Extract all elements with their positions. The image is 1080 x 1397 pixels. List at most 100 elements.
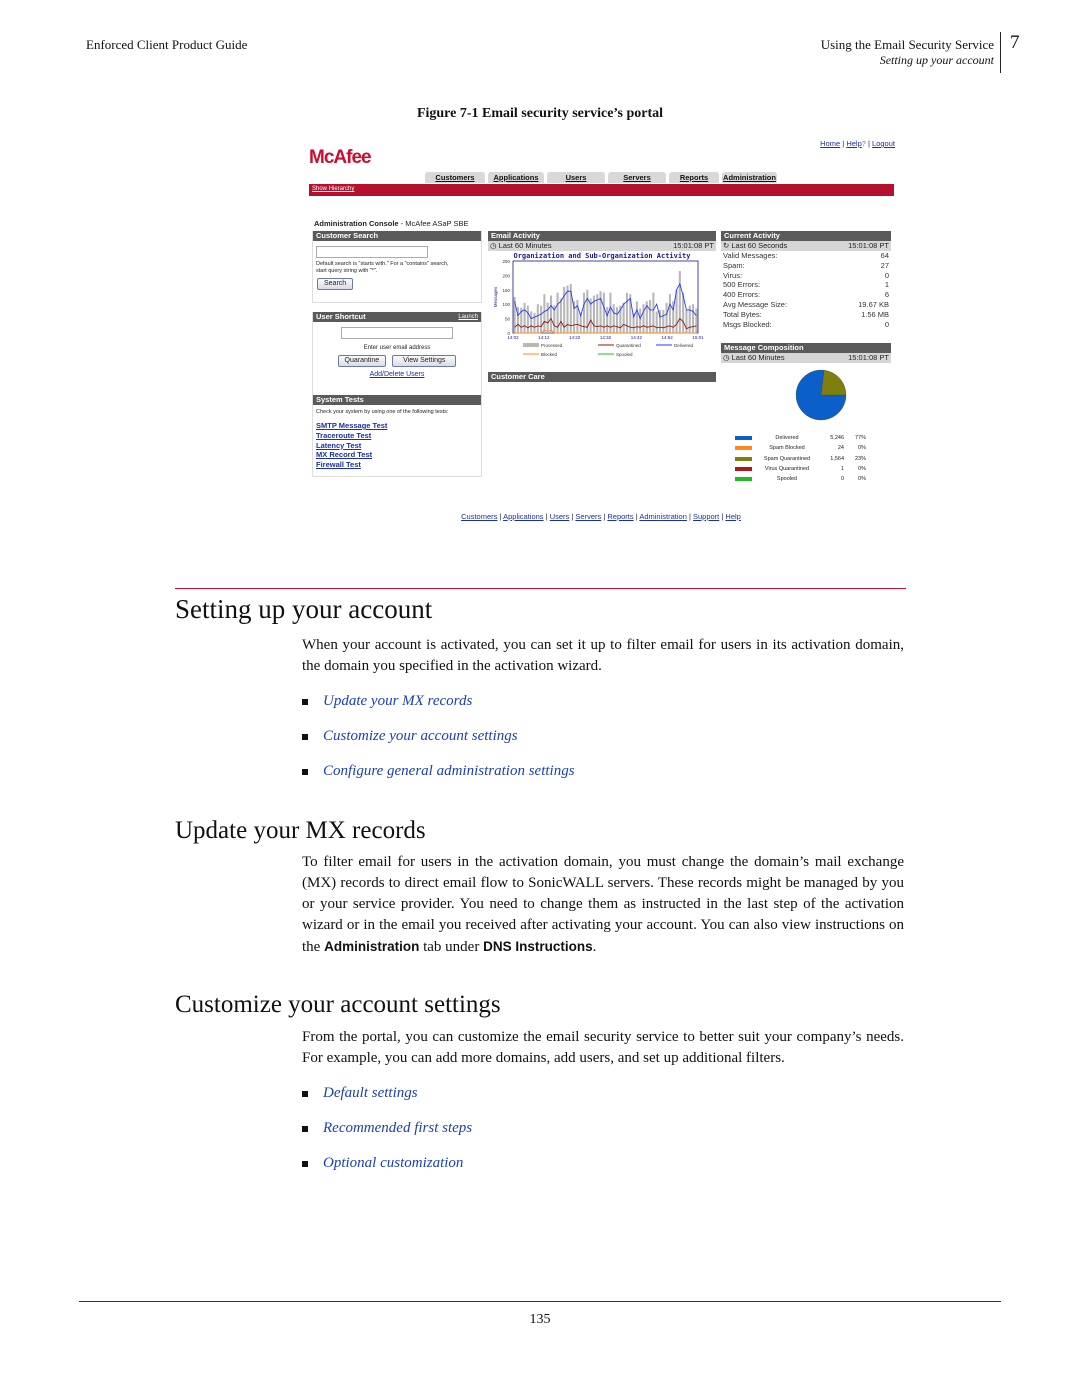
list-item: Optional customization [302, 1155, 463, 1172]
system-test-link[interactable]: SMTP Message Test [316, 421, 481, 431]
footer-link[interactable]: Applications [503, 512, 543, 521]
legend-label: Delivered [674, 343, 694, 348]
row-value: 19.67 KB [858, 299, 889, 309]
footer-link[interactable]: Reports [607, 512, 633, 521]
bar-processed [691, 304, 695, 333]
x-tick-label: 14:52 [662, 335, 674, 340]
tab-customers[interactable]: Customers [425, 172, 485, 183]
configure-admin-link[interactable]: Configure general administration setting… [323, 763, 575, 780]
row-label: 400 Errors: [723, 290, 761, 300]
footer-link[interactable]: Servers [575, 512, 601, 521]
tab-servers[interactable]: Servers [608, 172, 666, 183]
legend-label: Virus Quarantined [764, 465, 810, 472]
optional-customization-link[interactable]: Optional customization [323, 1155, 463, 1172]
composition-pie [795, 369, 847, 421]
row-label: 500 Errors: [723, 280, 761, 290]
bar-processed [625, 292, 629, 333]
system-test-link[interactable]: MX Record Test [316, 450, 481, 460]
section-body: When your account is activated, you can … [302, 637, 904, 674]
update-mx-link[interactable]: Update your MX records [323, 693, 472, 710]
add-delete-users-link[interactable]: Add/Delete Users [370, 371, 425, 378]
section-heading: Customize your account settings [175, 991, 501, 1018]
y-tick-label: 50 [505, 317, 511, 322]
footer-link[interactable]: Customers [461, 512, 497, 521]
bar-processed [576, 299, 579, 333]
bar-processed [668, 294, 671, 333]
panel-title: Customer Care [488, 372, 716, 382]
row-value: 6 [884, 290, 889, 300]
legend-row: Spam Quarantined 1,564 23% [721, 454, 891, 464]
timestamp: 15:01:08 PT [673, 241, 714, 250]
footer-links: Customers | Applications | Users | Serve… [461, 512, 741, 521]
tab-applications[interactable]: Applications [488, 172, 544, 183]
tab-users[interactable]: Users [547, 172, 605, 183]
user-shortcut-panel: User Shortcut Launch Enter user email add… [312, 312, 482, 396]
bar-processed [546, 302, 549, 333]
bar-processed [649, 299, 652, 333]
bar-processed [622, 302, 625, 333]
bar-processed [639, 308, 642, 333]
tab-administration[interactable]: Administration [722, 172, 777, 183]
quarantine-button[interactable]: Quarantine [337, 355, 387, 367]
top-links: Home | Help? | Logout [820, 139, 895, 148]
footer-link[interactable]: Help [725, 512, 740, 521]
legend-label: Blocked [541, 352, 558, 357]
home-link[interactable]: Home [820, 139, 840, 148]
customize-settings-link[interactable]: Customize your account settings [323, 728, 518, 745]
activity-row: 400 Errors: 6 [721, 290, 891, 300]
row-value: 1.56 MB [861, 309, 889, 319]
help-icon: ? [861, 139, 866, 148]
footer-link[interactable]: Administration [639, 512, 687, 521]
customer-search-input[interactable] [316, 246, 428, 258]
activity-row: Total Bytes: 1.56 MB [721, 310, 891, 320]
bar-processed [642, 304, 645, 333]
footer-rule [79, 1301, 1001, 1302]
recommended-steps-link[interactable]: Recommended first steps [323, 1120, 472, 1137]
refresh-icon[interactable]: ↻ [723, 241, 729, 250]
bar-processed [523, 302, 526, 333]
list-item: Customize your account settings [302, 728, 518, 745]
row-label: Spam: [723, 260, 745, 270]
bullet-icon [302, 768, 308, 775]
console-title: Administration Console - McAfee ASaP SBE [314, 219, 469, 228]
bar-processed [530, 311, 533, 333]
row-label: Msgs Blocked: [723, 319, 772, 329]
activity-row: 500 Errors: 1 [721, 280, 891, 290]
system-tests-panel: System Tests Check your system by using … [312, 395, 482, 477]
legend-swatch [735, 467, 752, 472]
help-link[interactable]: Help [846, 139, 861, 148]
bar-processed [655, 311, 658, 333]
legend-swatch [735, 446, 752, 451]
system-test-link[interactable]: Firewall Test [316, 460, 481, 470]
system-test-link[interactable]: Traceroute Test [316, 431, 481, 441]
x-tick-label: 14:42 [631, 335, 643, 340]
tab-reports[interactable]: Reports [669, 172, 719, 183]
bar-processed [559, 298, 562, 333]
logout-link[interactable]: Logout [872, 139, 895, 148]
legend-label: Quarantined [616, 343, 641, 348]
legend-count: 24 [837, 445, 844, 452]
doc-title: Enforced Client Product Guide [86, 37, 248, 52]
x-tick-label: 15:01 [692, 335, 704, 340]
activity-row: Valid Messages: 64 [721, 251, 891, 261]
mcafee-logo: McAfee [309, 147, 372, 168]
bullet-icon [302, 1160, 308, 1167]
panel-title: System Tests [313, 395, 481, 405]
user-email-input[interactable] [341, 327, 453, 339]
view-settings-button[interactable]: View Settings [392, 355, 457, 367]
row-value: 1 [884, 280, 889, 290]
x-tick-label: 14:22 [569, 335, 581, 340]
show-hierarchy-link[interactable]: Show Hierarchy [312, 186, 354, 192]
default-settings-link[interactable]: Default settings [323, 1085, 418, 1102]
bar-processed [616, 307, 619, 333]
legend-label: Spooled [616, 352, 633, 357]
search-button[interactable]: Search [317, 278, 354, 290]
footer-link[interactable]: Users [550, 512, 570, 521]
legend-swatch [735, 456, 752, 461]
footer-link[interactable]: Support [693, 512, 719, 521]
system-test-link[interactable]: Latency Test [316, 441, 481, 451]
chart-title: Organization and Sub-Organization Activi… [513, 252, 691, 260]
timestamp: 15:01:08 PT [848, 353, 889, 362]
legend-swatch [735, 477, 752, 482]
launch-link[interactable]: Launch [458, 312, 478, 322]
